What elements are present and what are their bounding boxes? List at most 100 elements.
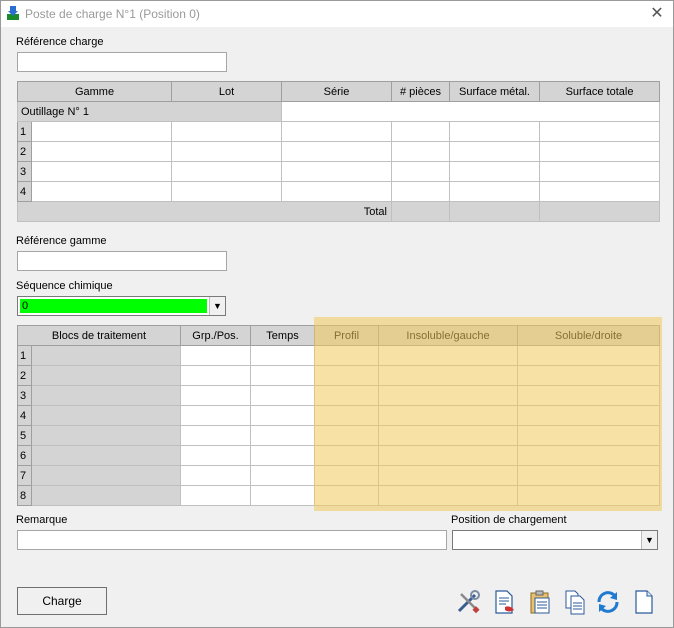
sequence-chimique-select[interactable]: 0 ▼: [17, 296, 226, 316]
table-row[interactable]: 8: [17, 485, 660, 506]
table-cell[interactable]: [314, 465, 379, 486]
table-cell[interactable]: [180, 465, 251, 486]
table-cell[interactable]: [31, 465, 181, 486]
table-cell[interactable]: [180, 445, 251, 466]
table-row[interactable]: 6: [17, 445, 660, 466]
remarque-input[interactable]: [17, 530, 447, 550]
table-cell[interactable]: [517, 385, 660, 406]
table-cell[interactable]: [378, 465, 518, 486]
column-header-pieces[interactable]: # pièces: [391, 81, 450, 102]
table-cell[interactable]: [539, 161, 660, 182]
column-header-grp-pos[interactable]: Grp./Pos.: [180, 325, 251, 346]
table-cell[interactable]: [281, 121, 392, 142]
table-cell[interactable]: [517, 485, 660, 506]
table-cell[interactable]: [314, 425, 379, 446]
position-chargement-select[interactable]: ▼: [452, 530, 658, 550]
column-header-lot[interactable]: Lot: [171, 81, 282, 102]
table-cell[interactable]: [31, 385, 181, 406]
table-cell[interactable]: [378, 345, 518, 366]
table-cell[interactable]: [31, 425, 181, 446]
table-row[interactable]: 4: [17, 405, 660, 426]
table-row[interactable]: 2: [17, 141, 660, 162]
table-row[interactable]: 5: [17, 425, 660, 446]
table-cell[interactable]: [180, 405, 251, 426]
table-cell[interactable]: [31, 181, 172, 202]
column-header-gamme[interactable]: Gamme: [17, 81, 172, 102]
table-cell[interactable]: [378, 425, 518, 446]
table-cell[interactable]: [391, 181, 450, 202]
table-cell[interactable]: [378, 365, 518, 386]
table-cell[interactable]: [449, 121, 540, 142]
table-cell[interactable]: [449, 161, 540, 182]
table-cell[interactable]: [314, 405, 379, 426]
table-cell[interactable]: [517, 465, 660, 486]
new-document-icon[interactable]: [631, 589, 657, 615]
reference-gamme-input[interactable]: [17, 251, 227, 271]
table-row[interactable]: 2: [17, 365, 660, 386]
table-cell[interactable]: [180, 385, 251, 406]
table-row[interactable]: 3: [17, 385, 660, 406]
table-cell[interactable]: [539, 181, 660, 202]
reference-charge-input[interactable]: [17, 52, 227, 72]
chevron-down-icon[interactable]: ▼: [641, 531, 657, 549]
table-cell[interactable]: [250, 445, 315, 466]
table-row[interactable]: 1: [17, 121, 660, 142]
table-cell[interactable]: [391, 121, 450, 142]
table-cell[interactable]: [378, 445, 518, 466]
column-header-surface-totale[interactable]: Surface totale: [539, 81, 660, 102]
column-header-temps[interactable]: Temps: [250, 325, 315, 346]
table-cell[interactable]: [314, 445, 379, 466]
table-cell[interactable]: [171, 141, 282, 162]
table-cell[interactable]: [250, 385, 315, 406]
table-cell[interactable]: [517, 405, 660, 426]
table-cell[interactable]: [31, 365, 181, 386]
table-cell[interactable]: [539, 141, 660, 162]
table-cell[interactable]: [250, 465, 315, 486]
table-cell[interactable]: [250, 365, 315, 386]
table-cell[interactable]: [314, 485, 379, 506]
table-row[interactable]: 1: [17, 345, 660, 366]
table-row[interactable]: 4: [17, 181, 660, 202]
table-cell[interactable]: [378, 485, 518, 506]
table-row[interactable]: 3: [17, 161, 660, 182]
column-header-surface-metal[interactable]: Surface métal.: [449, 81, 540, 102]
table-cell[interactable]: [250, 425, 315, 446]
table-cell[interactable]: [31, 485, 181, 506]
table-cell[interactable]: [517, 425, 660, 446]
table-cell[interactable]: [314, 365, 379, 386]
table-cell[interactable]: [171, 121, 282, 142]
table-cell[interactable]: [314, 385, 379, 406]
table-cell[interactable]: [281, 161, 392, 182]
table-cell[interactable]: [378, 405, 518, 426]
table-cell[interactable]: [449, 141, 540, 162]
chevron-down-icon[interactable]: ▼: [209, 297, 225, 315]
table-cell[interactable]: [31, 141, 172, 162]
column-header-blocs[interactable]: Blocs de traitement: [17, 325, 181, 346]
paste-icon[interactable]: [527, 589, 553, 615]
table-cell[interactable]: [281, 141, 392, 162]
table-cell[interactable]: [517, 365, 660, 386]
column-header-profil[interactable]: Profil: [314, 325, 379, 346]
table-cell[interactable]: [180, 425, 251, 446]
table-cell[interactable]: [449, 181, 540, 202]
table-cell[interactable]: [314, 345, 379, 366]
delete-document-icon[interactable]: [491, 589, 517, 615]
table-cell[interactable]: [31, 445, 181, 466]
table-cell[interactable]: [391, 161, 450, 182]
table-row[interactable]: 7: [17, 465, 660, 486]
table-cell[interactable]: [281, 181, 392, 202]
table-cell[interactable]: [180, 485, 251, 506]
column-header-soluble[interactable]: Soluble/droite: [517, 325, 660, 346]
table-cell[interactable]: [250, 485, 315, 506]
table-cell[interactable]: [180, 365, 251, 386]
table-cell[interactable]: [31, 345, 181, 366]
table-cell[interactable]: [171, 161, 282, 182]
close-icon[interactable]: ✕: [647, 4, 667, 24]
tools-icon[interactable]: [455, 589, 481, 615]
table-cell[interactable]: [31, 405, 181, 426]
copy-icon[interactable]: [562, 589, 588, 615]
table-cell[interactable]: [171, 181, 282, 202]
charge-button[interactable]: Charge: [17, 587, 107, 615]
table-cell[interactable]: [539, 121, 660, 142]
table-cell[interactable]: [250, 405, 315, 426]
